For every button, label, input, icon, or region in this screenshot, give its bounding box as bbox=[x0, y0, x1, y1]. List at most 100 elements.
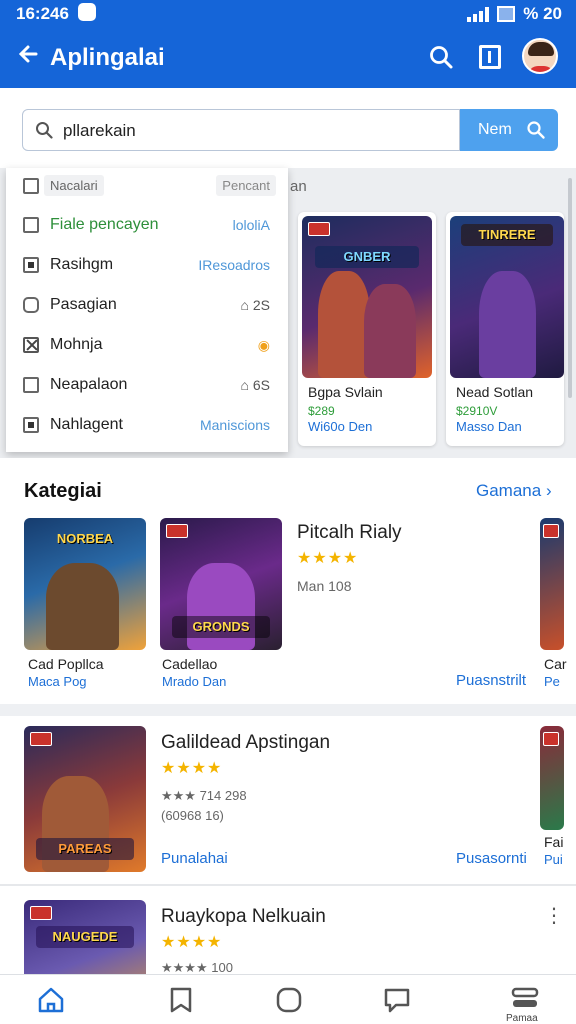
section-title: Kategiai bbox=[24, 480, 102, 502]
game-name: Bgpa Svlain bbox=[308, 384, 383, 400]
dropdown-item-label: Nahlagent bbox=[50, 416, 123, 433]
search-button-label: Nem bbox=[478, 121, 512, 138]
checkbox[interactable] bbox=[23, 337, 39, 353]
select-all-checkbox[interactable] bbox=[23, 178, 39, 194]
tile-sub: Mrado Dan bbox=[162, 674, 227, 689]
game-name: Nead Sotlan bbox=[456, 384, 534, 400]
badge-icon bbox=[543, 524, 559, 538]
checkbox[interactable] bbox=[23, 417, 39, 433]
featured-meta: Man 108 bbox=[297, 578, 352, 594]
tile-logo: GRONDS bbox=[172, 616, 270, 638]
kategori-section: Kategiai Gamana › NORBEA Cad Popllca Mac… bbox=[0, 458, 576, 704]
dropdown-item-meta: ⌂ 6S bbox=[241, 377, 270, 393]
battery-icon bbox=[497, 6, 516, 22]
like-icon: ⌂ bbox=[240, 377, 249, 393]
list-item-link[interactable]: Pusasornti bbox=[456, 850, 527, 867]
list-item-title: Galildead Apstingan bbox=[161, 732, 331, 753]
tile-name: Cadellao bbox=[162, 656, 218, 672]
search-area: pllarekain Nem bbox=[0, 88, 576, 168]
section-divider bbox=[0, 704, 576, 716]
chevron-right-icon: › bbox=[545, 481, 552, 500]
screen: 16:246 % 20 Aplingalai pllarekain Nem an bbox=[0, 0, 576, 1024]
dropdown-item[interactable]: Mohnja ◉ bbox=[6, 326, 288, 366]
see-all-link[interactable]: Gamana › bbox=[476, 481, 552, 501]
bookmark-icon[interactable] bbox=[479, 45, 501, 69]
checkbox[interactable] bbox=[23, 297, 39, 313]
dropdown-item-meta-value: 6S bbox=[252, 377, 270, 393]
dropdown-item-meta: Maniscions bbox=[199, 417, 270, 433]
dropdown-item[interactable]: Pasagian ⌂ 2S bbox=[6, 286, 288, 326]
rating-count: ★★★★ 100 bbox=[161, 960, 233, 974]
search-button[interactable]: Nem bbox=[460, 109, 558, 151]
status-bar: 16:246 % 20 bbox=[0, 0, 576, 28]
status-battery-text: % 20 bbox=[523, 4, 562, 23]
dropdown-item[interactable]: Nahlagent Maniscions bbox=[6, 406, 288, 446]
game-logo: GNBER bbox=[315, 246, 419, 268]
list-item-title: Ruaykopa Nelkuain bbox=[161, 906, 326, 927]
featured-title: Pitcalh Rialy bbox=[297, 522, 402, 543]
category-tile-art[interactable]: GRONDS bbox=[160, 518, 282, 650]
bookmark-icon[interactable] bbox=[166, 985, 196, 1015]
badge-icon bbox=[543, 732, 559, 746]
signal-icon bbox=[467, 6, 490, 22]
dropdown-item[interactable]: Fiale pencayen lololiA bbox=[6, 206, 288, 246]
checkbox[interactable] bbox=[23, 377, 39, 393]
dropdown-item[interactable]: Rasihgm IResoadros bbox=[6, 246, 288, 286]
game-art: GNBER bbox=[302, 216, 432, 378]
dropdown-header-left: Nacalari bbox=[44, 175, 104, 196]
back-arrow-icon[interactable] bbox=[16, 42, 40, 71]
rating-count: ★★★ 714 298 bbox=[161, 788, 247, 803]
dropdown-item-label: Rasihgm bbox=[50, 256, 114, 273]
avatar[interactable] bbox=[522, 38, 558, 74]
more-vert-icon[interactable]: ⋮ bbox=[544, 906, 564, 926]
home-icon[interactable] bbox=[36, 985, 66, 1015]
game-art: TINRERE bbox=[450, 216, 564, 378]
side-art[interactable] bbox=[540, 726, 564, 830]
tile-sub: Maca Pog bbox=[28, 674, 87, 689]
side-sub: Pui bbox=[544, 852, 563, 867]
list-item-logo: NAUGEDE bbox=[36, 926, 134, 948]
tile-logo: NORBEA bbox=[56, 531, 114, 546]
category-tile-art[interactable]: NORBEA bbox=[24, 518, 146, 650]
status-right: % 20 bbox=[467, 4, 562, 24]
tile-sub: Pe bbox=[544, 674, 560, 689]
filter-dropdown: Nacalari Pencant Fiale pencayen lololiA … bbox=[6, 168, 288, 452]
category-tile-art[interactable] bbox=[540, 518, 564, 650]
tile-name: Cad Popllca bbox=[28, 656, 104, 672]
status-time: 16:246 bbox=[16, 4, 69, 23]
list-item[interactable]: NAUGEDE Ruaykopa Nelkuain ★★★★ ★★★★ 100 … bbox=[0, 886, 576, 974]
chat-icon[interactable] bbox=[382, 985, 412, 1015]
scrollbar[interactable] bbox=[568, 178, 572, 398]
search-icon bbox=[36, 122, 53, 139]
side-name: Fai bbox=[544, 834, 564, 850]
checkbox[interactable] bbox=[23, 217, 39, 233]
menu-icon[interactable] bbox=[510, 983, 540, 1013]
game-sub: Masso Dan bbox=[456, 419, 522, 434]
list-item-logo: PAREAS bbox=[36, 838, 134, 860]
game-price: $289 bbox=[308, 404, 335, 418]
game-price: $2910V bbox=[456, 404, 498, 418]
search-icon bbox=[527, 121, 545, 139]
list-item-art: PAREAS bbox=[24, 726, 146, 872]
featured-action-link[interactable]: Puasnstrilt bbox=[456, 672, 526, 689]
checkbox[interactable] bbox=[23, 257, 39, 273]
bottom-nav: Pamaa bbox=[0, 974, 576, 1024]
dropdown-header-right: Pencant bbox=[216, 175, 276, 196]
list-item[interactable]: PAREAS Galildead Apstingan ★★★★ ★★★ 714 … bbox=[0, 716, 576, 884]
dropdown-item[interactable]: Neapalaon ⌂ 6S bbox=[6, 366, 288, 406]
circle-icon[interactable] bbox=[274, 985, 304, 1015]
dropdown-item-label: Fiale pencayen bbox=[50, 216, 159, 233]
search-icon[interactable] bbox=[428, 44, 454, 70]
notification-icon bbox=[78, 3, 96, 21]
list-item-link[interactable]: Punalahai bbox=[161, 850, 228, 867]
game-card[interactable]: GNBER Bgpa Svlain $289 Wi60o Den bbox=[298, 212, 436, 446]
game-sub: Wi60o Den bbox=[308, 419, 373, 434]
game-card[interactable]: TINRERE Nead Sotlan $2910V Masso Dan bbox=[446, 212, 564, 446]
rating-stars: ★★★★ bbox=[161, 760, 223, 777]
badge-icon bbox=[30, 906, 52, 920]
dropdown-item-meta: ⌂ 2S bbox=[241, 297, 270, 313]
search-input[interactable]: pllarekain bbox=[22, 109, 460, 151]
coin-icon: ◉ bbox=[257, 337, 270, 353]
like-icon: ⌂ bbox=[240, 297, 249, 313]
search-value: pllarekain bbox=[63, 121, 136, 140]
